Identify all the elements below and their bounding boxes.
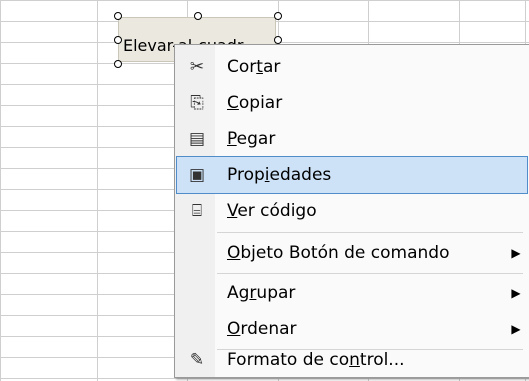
submenu-arrow-icon: ▶ [511,322,521,336]
format-control-icon: ✎ [189,350,205,370]
grid-column-line [97,0,98,381]
menu-item-propiedades[interactable]: ▣ Propiedades [176,156,528,194]
menu-item-label: Ordenar [227,319,297,339]
menu-item-label: Copiar [227,93,283,113]
submenu-arrow-icon: ▶ [511,286,521,300]
paste-icon: ▤ [188,129,206,149]
properties-icon: ▣ [188,165,206,185]
menu-item-label: Objeto Botón de comando [227,243,450,263]
menu-item-cortar[interactable]: ✂ Cortar [177,49,527,85]
menu-item-ver-codigo[interactable]: ⌸ Ver código [177,193,527,229]
menu-separator [217,273,523,274]
resize-handle-right[interactable] [274,36,282,44]
resize-handle-bottom-left[interactable] [114,60,122,68]
scissors-icon: ✂ [189,57,205,77]
menu-item-label: Ver código [227,201,317,221]
menu-item-ordenar[interactable]: Ordenar ▶ [177,311,527,347]
menu-item-label: Agrupar [227,283,296,303]
submenu-arrow-icon: ▶ [511,246,521,260]
copy-icon: ⎘ [190,93,204,113]
resize-handle-top[interactable] [194,12,202,20]
menu-item-label: Formato de control... [227,350,405,370]
menu-item-objeto-boton[interactable]: Objeto Botón de comando ▶ [177,235,527,271]
resize-handle-top-left[interactable] [114,12,122,20]
resize-handle-left[interactable] [114,36,122,44]
menu-item-pegar[interactable]: ▤ Pegar [177,121,527,157]
context-menu: ✂ Cortar ⎘ Copiar ▤ Pegar ▣ Propiedades … [174,44,529,378]
menu-item-agrupar[interactable]: Agrupar ▶ [177,275,527,311]
menu-item-label: Cortar [227,57,281,77]
view-code-icon: ⌸ [191,201,203,221]
resize-handle-top-right[interactable] [274,12,282,20]
menu-item-copiar[interactable]: ⎘ Copiar [177,85,527,121]
menu-item-formato-control[interactable]: ✎ Formato de control... [177,345,527,375]
menu-item-label: Pegar [227,129,276,149]
menu-item-label: Propiedades [227,165,332,185]
menu-separator [217,232,523,233]
